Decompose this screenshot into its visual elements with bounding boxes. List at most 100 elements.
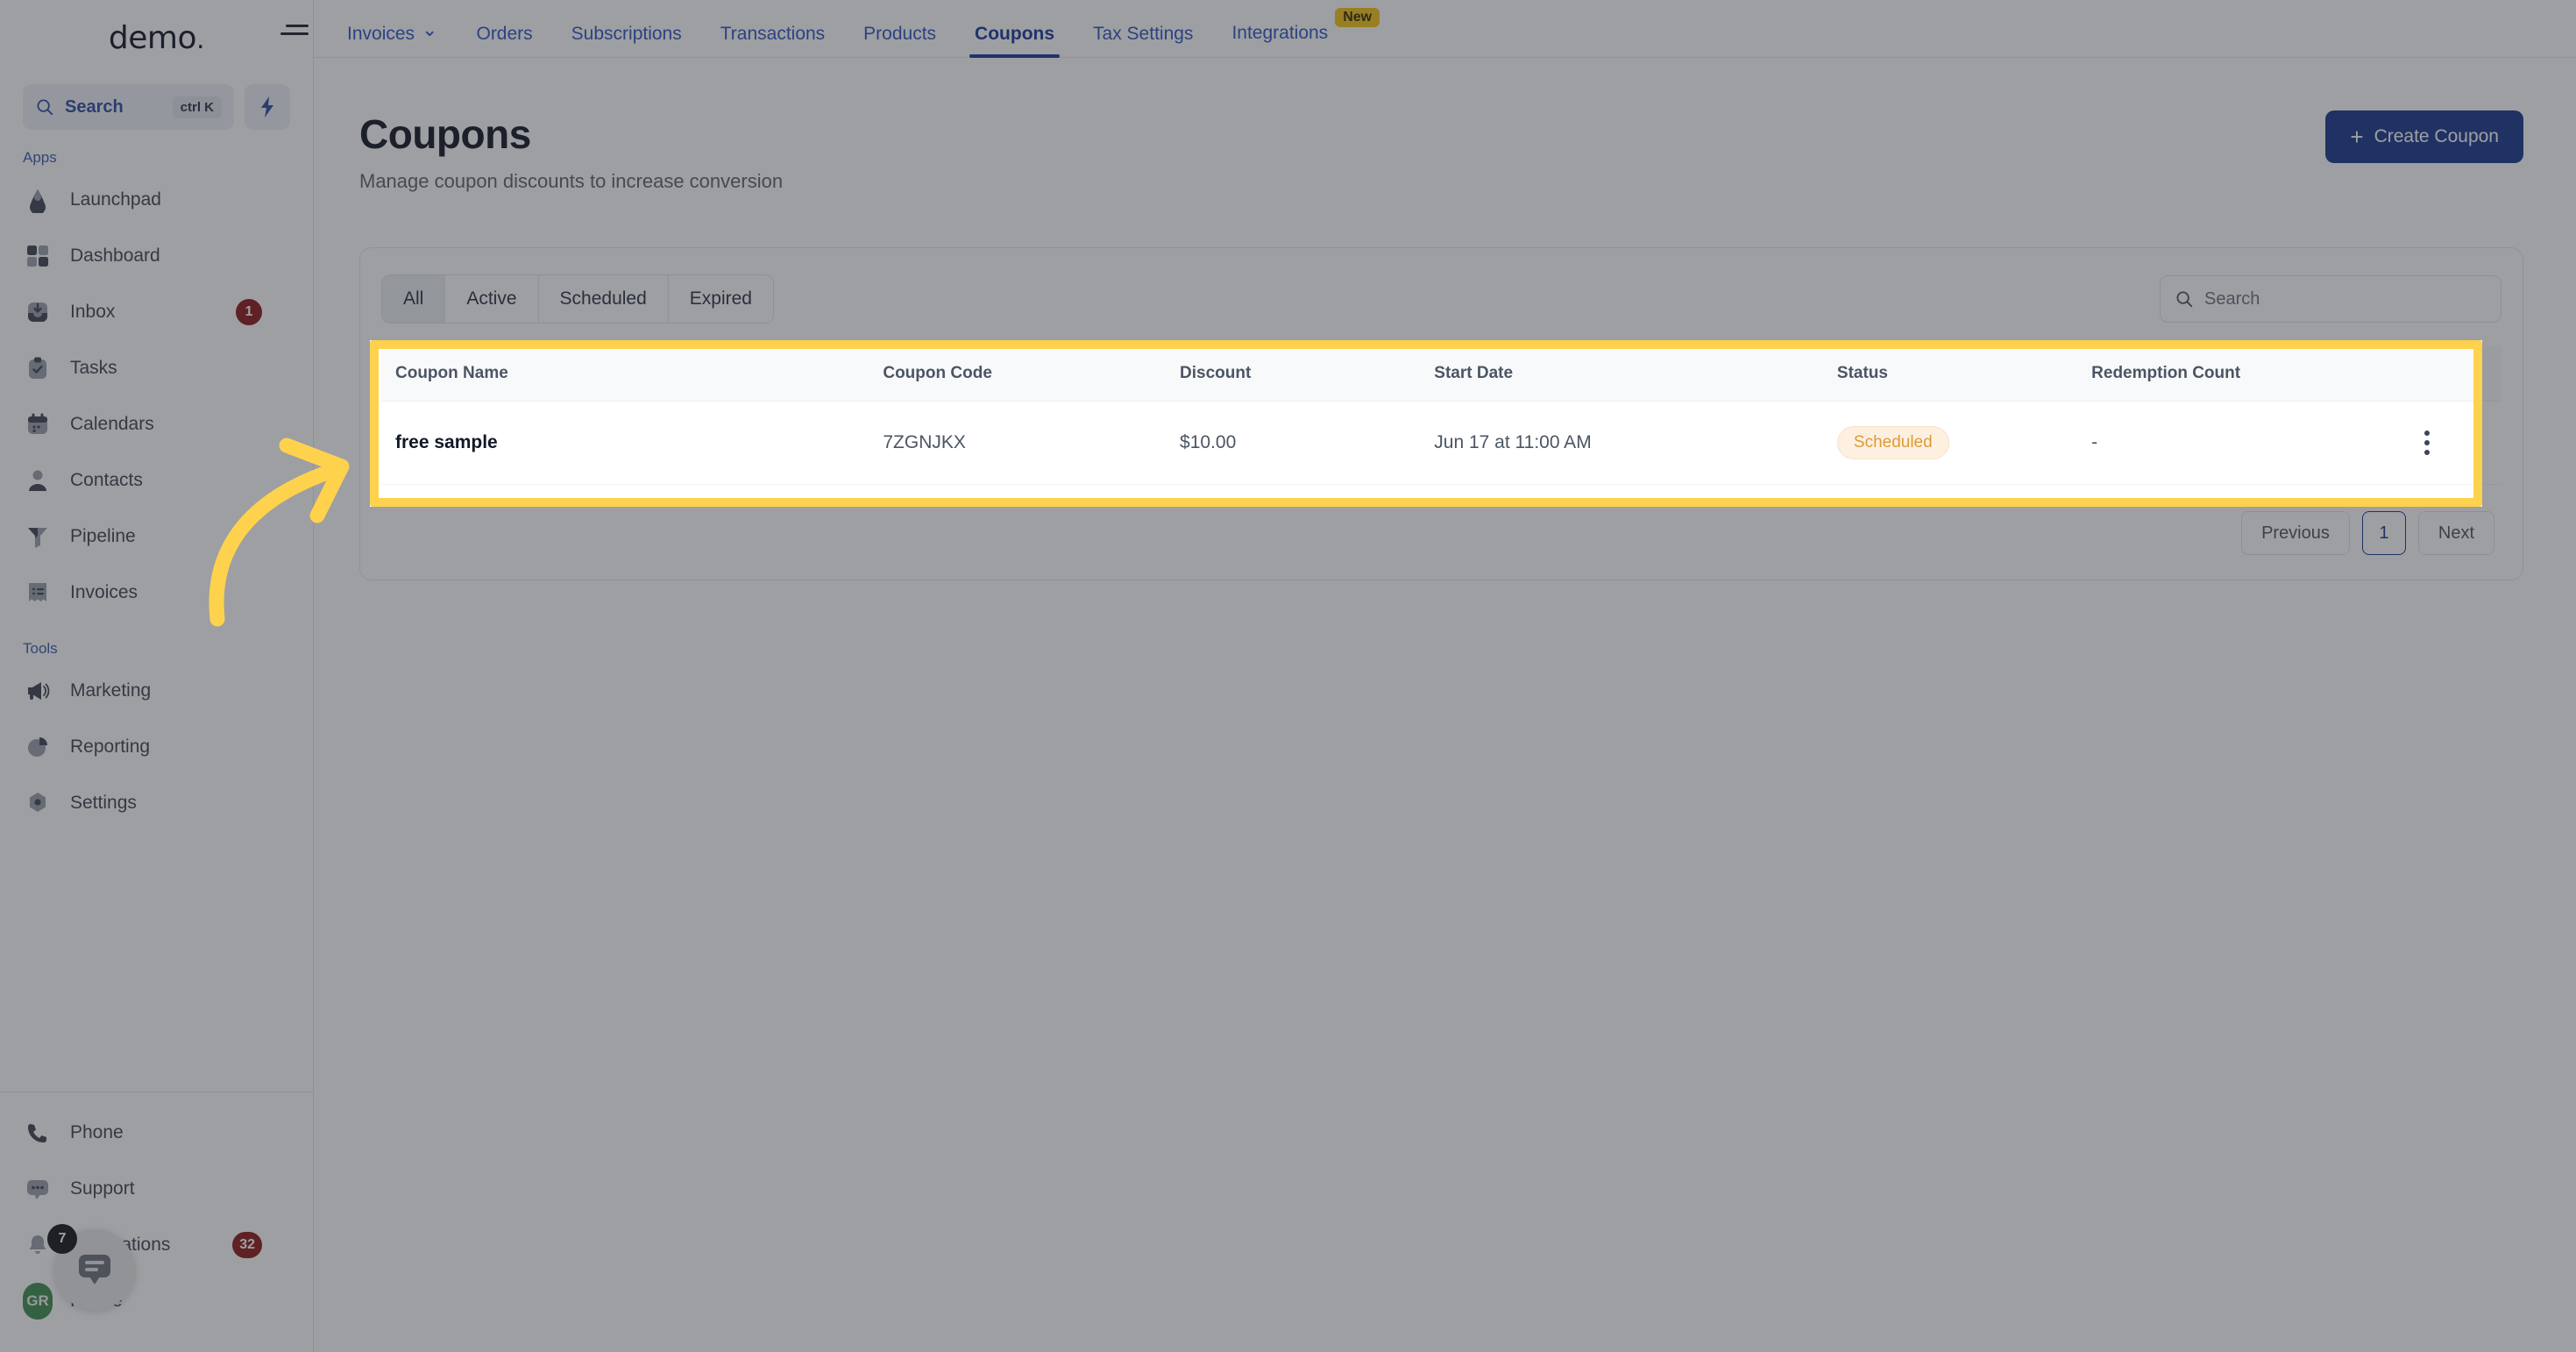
sidebar-section-label-tools: Tools — [23, 640, 58, 657]
sidebar-item-label: Settings — [70, 793, 137, 813]
cell-redemption-count: - — [2077, 401, 2395, 485]
tab-tax-settings[interactable]: Tax Settings — [1074, 25, 1212, 57]
pagination-page-1-button[interactable]: 1 — [2361, 511, 2406, 555]
brand-row: demo. — [0, 0, 313, 75]
tab-transactions[interactable]: Transactions — [701, 25, 844, 57]
tab-products[interactable]: Products — [844, 25, 955, 57]
filter-tab-scheduled[interactable]: Scheduled — [538, 275, 669, 323]
sidebar-item-inbox[interactable]: Inbox 1 — [0, 284, 313, 340]
tab-label: Transactions — [720, 24, 826, 44]
sidebar-item-marketing[interactable]: Marketing — [0, 663, 313, 719]
tab-orders[interactable]: Orders — [457, 25, 551, 57]
sidebar-item-reporting[interactable]: Reporting — [0, 719, 313, 775]
sidebar-item-calendars[interactable]: Calendars — [0, 396, 313, 452]
coupons-card: All Active Scheduled Expired Search Coup… — [359, 247, 2523, 580]
pagination: Previous 1 Next — [381, 511, 2501, 555]
sidebar-item-settings[interactable]: Settings — [0, 775, 313, 831]
search-icon — [37, 99, 53, 116]
sidebar-item-label: Phone — [70, 1122, 124, 1142]
sidebar-bottom: Phone Support Notifications 32 GR Pro — [0, 1092, 313, 1352]
tasks-icon — [23, 353, 53, 383]
sidebar-item-tasks[interactable]: Tasks — [0, 340, 313, 396]
sidebar-item-support[interactable]: Support — [0, 1161, 313, 1217]
new-badge: New — [1335, 8, 1380, 27]
app-root: demo. Search ctrl K Apps Launchpad Dashb… — [0, 0, 2576, 1352]
create-coupon-label: Create Coupon — [2374, 126, 2499, 146]
top-navigation: Invoices ⌄ Orders Subscriptions Transact… — [280, 0, 2576, 58]
sidebar-item-contacts[interactable]: Contacts — [0, 452, 313, 509]
brand-dot: . — [196, 24, 205, 55]
page-subtitle: Manage coupon discounts to increase conv… — [359, 170, 784, 192]
tab-label: Coupons — [975, 24, 1055, 44]
brand-name: demo — [108, 19, 197, 56]
contacts-icon — [23, 466, 53, 495]
sidebar-item-label: Reporting — [70, 736, 151, 757]
sidebar-toggle-icon[interactable] — [280, 19, 309, 40]
sidebar-item-label: Calendars — [70, 414, 154, 434]
sidebar-item-label: Pipeline — [70, 526, 136, 546]
coupons-search-input[interactable]: Search — [2160, 275, 2501, 323]
cell-actions — [2395, 401, 2501, 485]
tab-coupons[interactable]: Coupons — [955, 24, 1074, 58]
tab-label: Invoices — [347, 24, 415, 44]
tab-subscriptions[interactable]: Subscriptions — [552, 25, 701, 57]
sidebar-item-label: Launchpad — [70, 189, 161, 210]
phone-icon — [23, 1118, 53, 1148]
megaphone-icon — [23, 676, 53, 706]
sidebar-item-label: Contacts — [70, 470, 143, 490]
tab-label: Subscriptions — [571, 24, 682, 44]
tab-invoices[interactable]: Invoices ⌄ — [328, 19, 457, 57]
plus-icon: + — [2350, 124, 2364, 150]
lightning-bolt-icon — [261, 96, 273, 117]
search-placeholder: Search — [2204, 288, 2260, 309]
kebab-menu-icon[interactable] — [2409, 431, 2445, 455]
filter-tab-all[interactable]: All — [382, 275, 446, 323]
cell-coupon-code: 7ZGNJKX — [869, 401, 1167, 485]
cell-status: Scheduled — [1822, 401, 2078, 485]
sidebar-item-invoices[interactable]: Invoices — [0, 565, 313, 621]
filter-tab-expired[interactable]: Expired — [668, 275, 773, 323]
search-label: Search — [65, 96, 124, 117]
sidebar-item-notifications[interactable]: Notifications 32 — [0, 1217, 313, 1273]
dashboard-icon — [23, 241, 53, 271]
quick-actions-button[interactable] — [245, 84, 290, 130]
table-body: free sample 7ZGNJKX $10.00 Jun 17 at 11:… — [381, 401, 2501, 485]
pagination-previous-button[interactable]: Previous — [2241, 511, 2350, 555]
status-filter-tabs: All Active Scheduled Expired — [381, 274, 774, 324]
pagination-next-button[interactable]: Next — [2417, 511, 2494, 555]
inbox-unread-badge: 1 — [236, 299, 262, 325]
column-header-redemption-count: Redemption Count — [2077, 346, 2395, 402]
column-header-coupon-code: Coupon Code — [869, 346, 1167, 402]
sidebar-item-pipeline[interactable]: Pipeline — [0, 509, 313, 565]
column-header-discount: Discount — [1166, 346, 1421, 402]
column-header-status: Status — [1822, 346, 2078, 402]
inbox-icon — [23, 297, 53, 327]
sidebar-item-profile[interactable]: GR Profile — [0, 1273, 313, 1329]
global-search-input[interactable]: Search ctrl K — [23, 84, 234, 130]
calendar-icon — [23, 409, 53, 439]
sidebar-section-label-apps: Apps — [23, 149, 57, 166]
tab-integrations[interactable]: Integrations New — [1212, 8, 1399, 57]
status-badge: Scheduled — [1836, 426, 1949, 459]
sidebar-item-dashboard[interactable]: Dashboard — [0, 228, 313, 284]
chat-widget-button[interactable]: 7 — [47, 1224, 135, 1310]
sidebar-search-row: Search ctrl K — [0, 75, 313, 130]
search-icon — [2176, 291, 2193, 308]
main-content: Coupons Manage coupon discounts to incre… — [314, 58, 2576, 1352]
filter-tab-active[interactable]: Active — [445, 275, 539, 323]
column-header-actions — [2395, 346, 2501, 402]
pie-chart-icon — [23, 732, 53, 762]
table-header: Coupon Name Coupon Code Discount Start D… — [381, 346, 2501, 402]
launchpad-icon — [23, 185, 53, 215]
cell-start-date: Jun 17 at 11:00 AM — [1420, 401, 1823, 485]
sidebar-item-phone[interactable]: Phone — [0, 1105, 313, 1161]
create-coupon-button[interactable]: + Create Coupon — [2325, 110, 2523, 163]
cell-discount: $10.00 — [1166, 401, 1421, 485]
coupons-table: Coupon Name Coupon Code Discount Start D… — [381, 346, 2501, 485]
sidebar-item-label: Inbox — [70, 302, 116, 322]
page-header: Coupons Manage coupon discounts to incre… — [314, 58, 2576, 193]
column-header-coupon-name: Coupon Name — [381, 346, 869, 402]
sidebar-item-launchpad[interactable]: Launchpad — [0, 172, 313, 228]
table-row[interactable]: free sample 7ZGNJKX $10.00 Jun 17 at 11:… — [381, 401, 2501, 485]
